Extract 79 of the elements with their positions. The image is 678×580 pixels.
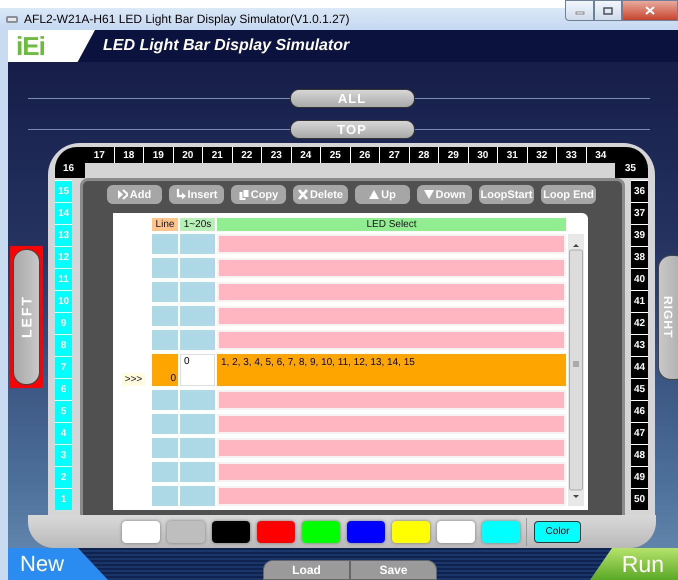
column-header: 1~20s [180, 218, 215, 231]
maximize-icon [603, 6, 613, 14]
line-cell[interactable] [152, 234, 178, 254]
turn-arrow-icon [176, 189, 186, 200]
color-swatch[interactable] [347, 520, 385, 542]
duration-cell[interactable] [180, 330, 215, 350]
maximize-button[interactable] [594, 0, 622, 21]
color-swatch[interactable] [257, 520, 295, 542]
up-triangle-icon [369, 189, 380, 200]
copy-icon [238, 189, 249, 200]
led-cell[interactable]: 46 [631, 400, 648, 422]
color-swatch[interactable] [212, 520, 250, 542]
led-select-cell[interactable] [217, 438, 566, 458]
led-cell[interactable]: 49 [631, 466, 648, 488]
window-title: AFL2-W21A-H61 LED Light Bar Display Simulator(V1.0.1.27) [24, 12, 350, 26]
line-cell[interactable] [152, 330, 178, 350]
duration-cell[interactable]: 0 [180, 354, 215, 386]
color-button[interactable]: Color [534, 520, 581, 542]
duration-cell[interactable] [180, 282, 215, 302]
duration-cell[interactable] [180, 390, 215, 410]
line-cell[interactable] [152, 282, 178, 302]
app-icon [5, 14, 19, 24]
led-cell[interactable]: 38 [631, 246, 648, 268]
line-cell[interactable] [152, 438, 178, 458]
line-cell[interactable] [152, 258, 178, 278]
led-cell[interactable]: 44 [631, 356, 648, 378]
close-button[interactable] [622, 0, 678, 21]
line-cell[interactable] [152, 462, 178, 482]
color-swatch[interactable] [167, 520, 205, 542]
led-select-cell[interactable] [217, 462, 566, 482]
led-cell[interactable]: 42 [631, 312, 648, 334]
led-cell[interactable]: 45 [631, 378, 648, 400]
duration-cell[interactable] [180, 486, 215, 506]
led-cell[interactable]: 47 [631, 422, 648, 444]
led-cell[interactable]: 41 [631, 290, 648, 312]
led-select-cell[interactable] [217, 234, 566, 254]
duration-cell[interactable] [180, 258, 215, 278]
led-select-cell[interactable] [217, 486, 566, 506]
line-cell[interactable] [152, 306, 178, 326]
color-swatch[interactable] [392, 520, 430, 542]
led-cell[interactable]: 36 [631, 180, 648, 202]
color-swatch[interactable] [122, 520, 160, 542]
led-select-cell[interactable] [217, 414, 566, 434]
color-swatch[interactable] [302, 520, 340, 542]
led-select-cell[interactable] [217, 390, 566, 410]
logo: iEi [16, 30, 45, 62]
minimize-button[interactable] [565, 0, 594, 21]
cross-icon [298, 189, 308, 200]
column-header: LED Select [217, 218, 566, 231]
led-cell[interactable]: 16 [55, 147, 85, 178]
led-cell[interactable]: 43 [631, 334, 648, 356]
duration-cell[interactable] [180, 234, 215, 254]
duration-cell[interactable] [180, 438, 215, 458]
column-header: Line [152, 218, 178, 231]
led-cell[interactable]: 48 [631, 444, 648, 466]
led-cell[interactable]: 50 [631, 488, 648, 510]
row-marker: >>> [122, 373, 146, 386]
app-title: LED Light Bar Display Simulator [103, 37, 350, 55]
duration-cell[interactable] [180, 306, 215, 326]
led-select-cell[interactable] [217, 282, 566, 302]
led-cell[interactable]: 35 [615, 147, 648, 178]
line-cell[interactable] [152, 414, 178, 434]
line-cell[interactable] [152, 390, 178, 410]
duration-cell[interactable] [180, 462, 215, 482]
led-select-cell[interactable] [217, 258, 566, 278]
color-swatch[interactable] [482, 520, 520, 542]
led-cell[interactable]: 40 [631, 268, 648, 290]
close-icon [645, 6, 655, 15]
led-select-cell[interactable] [217, 330, 566, 350]
double-arrow-icon [118, 189, 128, 200]
line-cell[interactable]: 0 [152, 354, 178, 386]
led-cell[interactable]: 37 [631, 202, 648, 224]
led-select-cell[interactable] [217, 306, 566, 326]
color-swatch[interactable] [437, 520, 475, 542]
down-triangle-icon [424, 189, 434, 200]
duration-cell[interactable] [180, 414, 215, 434]
line-cell[interactable] [152, 486, 178, 506]
led-select-cell[interactable]: 1, 2, 3, 4, 5, 6, 7, 8, 9, 10, 11, 12, 13, 14, 15 [217, 354, 566, 386]
led-cell[interactable]: 39 [631, 224, 648, 246]
